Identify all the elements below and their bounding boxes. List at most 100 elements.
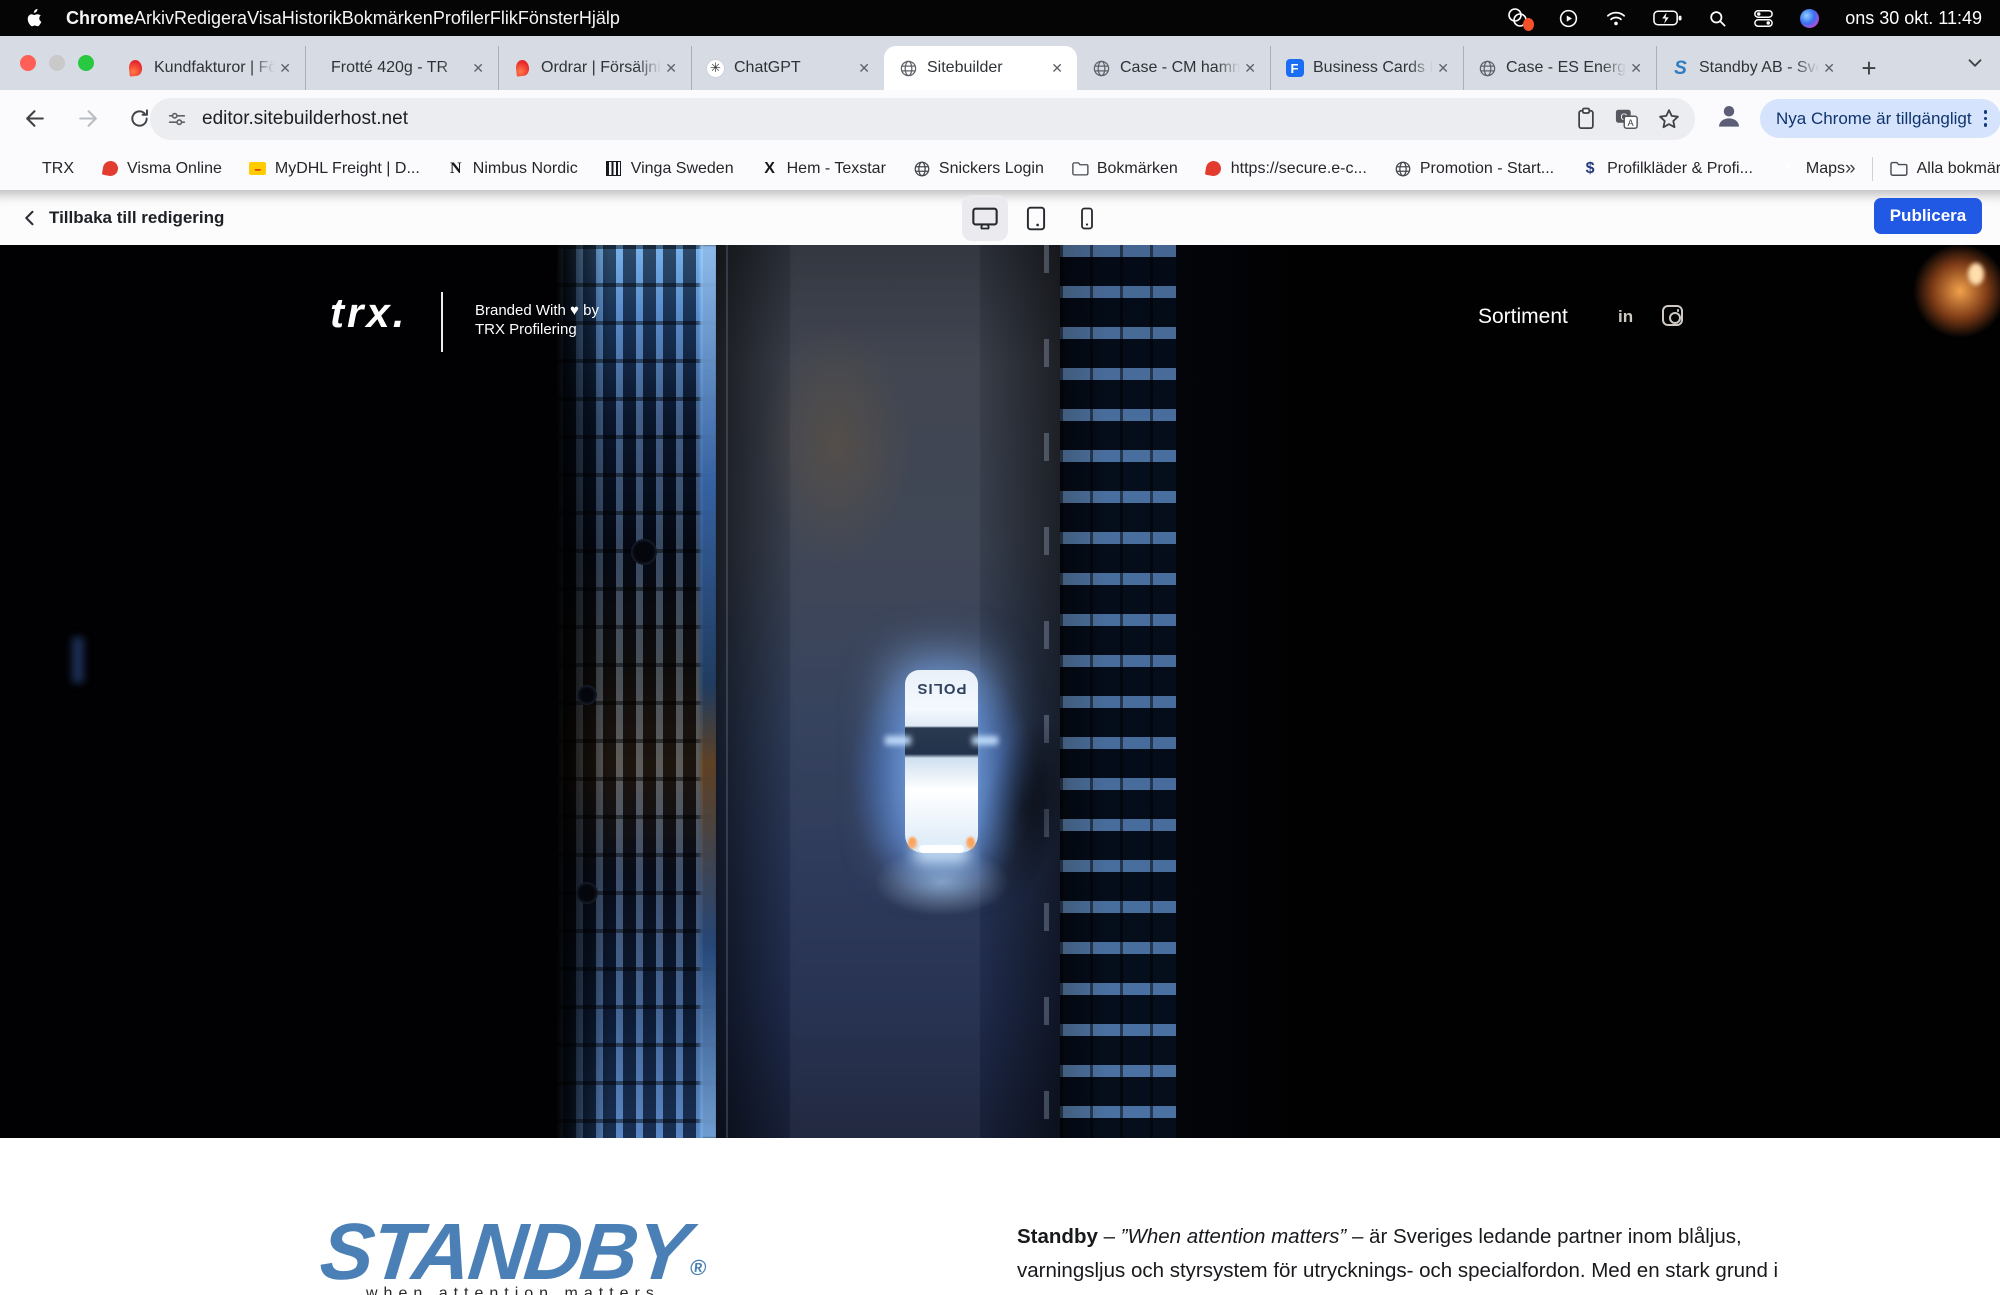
tab-close-icon[interactable]: ✕ [468, 58, 488, 79]
tab-title: Kundfakturor | Fö [154, 59, 275, 77]
all-bookmarks-button[interactable]: Alla bokmärken [1889, 160, 2000, 178]
site-settings-icon[interactable] [166, 108, 188, 130]
bookmark-item[interactable]: Visma Online [101, 160, 222, 178]
translate-icon[interactable]: GA [1615, 107, 1639, 131]
browser-tab[interactable]: ✳ F S ChatGPT ✕ [691, 46, 884, 90]
front-light [908, 837, 917, 849]
bookmark-favicon [101, 160, 119, 178]
site-header: trx. Branded With ♥ by TRX Profilering S… [0, 245, 2000, 385]
menu-item[interactable]: Visa [247, 8, 282, 28]
minimize-window-button[interactable] [49, 55, 65, 71]
bookmark-item[interactable]: TRX [42, 160, 74, 178]
menu-item[interactable]: Arkiv [134, 8, 174, 28]
tab-close-icon[interactable]: ✕ [275, 58, 295, 79]
bookmark-item[interactable]: Profilkläder & Profi... [1581, 160, 1753, 178]
control-center-icon[interactable] [1753, 9, 1774, 28]
apple-menu-icon[interactable] [26, 8, 43, 28]
red-logo-icon [1205, 160, 1222, 177]
tab-close-icon[interactable]: ✕ [1433, 58, 1453, 79]
back-icon[interactable] [18, 102, 52, 136]
desktop-preview-button[interactable] [962, 195, 1008, 241]
tab-close-icon[interactable]: ✕ [1819, 58, 1839, 79]
wifi-icon[interactable] [1605, 9, 1627, 27]
menu-item[interactable]: Historik [282, 8, 342, 28]
mobile-preview-button[interactable] [1064, 195, 1110, 241]
menu-item[interactable]: Flik [490, 8, 518, 28]
instagram-icon[interactable] [1662, 305, 1683, 326]
tab-close-icon[interactable]: ✕ [661, 58, 681, 79]
menu-item[interactable]: Redigera [174, 8, 247, 28]
tagline-clipped: when attention matters [366, 1285, 660, 1295]
tab-search-chevron-icon[interactable] [1964, 36, 1986, 90]
back-to-editing-label: Tillbaka till redigering [49, 208, 224, 228]
bookmark-item[interactable]: Bokmärken [1071, 160, 1178, 178]
tab-title: Sitebuilder [927, 59, 1047, 77]
tab-close-icon[interactable]: ✕ [854, 58, 874, 79]
bookmarks-overflow-chevron[interactable]: » [1845, 158, 1856, 180]
bookmark-item[interactable]: Nimbus Nordic [447, 160, 578, 178]
menu-bar-clock[interactable]: ons 30 okt. 11:49 [1845, 8, 1982, 29]
tab-title: Ordrar | Försäljni [541, 59, 661, 77]
menu-list: ChromeArkivRedigeraVisaHistorikBokmärken… [66, 8, 620, 29]
tab-close-icon[interactable]: ✕ [1626, 58, 1646, 79]
all-bookmarks-label: Alla bokmärken [1917, 160, 2000, 178]
chrome-tab-strip: ✳ F S Kundfakturor | Fö ✕ ✳ F S [0, 36, 2000, 90]
tab-favicon: ✳ F S [1478, 59, 1497, 78]
media-play-icon[interactable] [1558, 8, 1579, 29]
menu-item[interactable]: Bokmärken [342, 8, 433, 28]
letter-n-icon [450, 160, 462, 178]
browser-tab[interactable]: ✳ F S Case - ES Energy ✕ [1463, 46, 1656, 90]
bookmark-favicon [913, 160, 931, 178]
spotlight-search-icon[interactable] [1708, 9, 1727, 28]
bookmark-favicon [1205, 160, 1223, 178]
trx-logo[interactable]: trx. [330, 289, 407, 337]
zoom-window-button[interactable] [78, 55, 94, 71]
nav-sortiment[interactable]: Sortiment [1478, 305, 1568, 329]
menu-item[interactable]: Hjälp [579, 8, 620, 28]
browser-tab[interactable]: ✳ F S Kundfakturor | Fö ✕ [112, 46, 305, 90]
forward-icon[interactable] [70, 102, 104, 136]
bookmark-favicon [1071, 160, 1089, 178]
menu-item[interactable]: Fönster [518, 8, 579, 28]
bookmark-label: https://secure.e-c... [1231, 160, 1367, 178]
bookmark-favicon [447, 160, 465, 178]
tab-list: ✳ F S Kundfakturor | Fö ✕ ✳ F S [112, 36, 1889, 90]
bookmark-item[interactable]: Maps [1780, 160, 1845, 178]
screen-mirroring-icon[interactable] [1506, 7, 1532, 29]
tab-favicon: ✳ F S [1285, 59, 1304, 78]
back-to-editing-button[interactable]: Tillbaka till redigering [20, 190, 224, 245]
bookmark-item[interactable]: https://secure.e-c... [1205, 160, 1367, 178]
bookmark-star-icon[interactable] [1657, 107, 1681, 131]
bookmark-item[interactable]: Snickers Login [913, 160, 1044, 178]
publish-button[interactable]: Publicera [1874, 198, 1982, 234]
browser-tab[interactable]: ✳ F S Sitebuilder ✕ [884, 46, 1077, 90]
chrome-update-chip[interactable]: Nya Chrome är tillgängligt [1760, 99, 2000, 138]
url-text[interactable]: editor.sitebuilderhost.net [202, 108, 1575, 130]
tab-close-icon[interactable]: ✕ [1240, 58, 1260, 79]
browser-tab[interactable]: ✳ F S Case - CM hamm ✕ [1077, 46, 1270, 90]
browser-tab[interactable]: ✳ F S Standby AB - Sve ✕ [1656, 46, 1849, 90]
browser-tab[interactable]: ✳ F S Business Cards N ✕ [1270, 46, 1463, 90]
new-tab-button[interactable]: + [1849, 46, 1889, 90]
close-window-button[interactable] [20, 55, 36, 71]
profile-avatar-icon[interactable] [1714, 101, 1744, 131]
browser-tab[interactable]: ✳ F S Ordrar | Försäljni ✕ [498, 46, 691, 90]
bookmark-item[interactable]: Promotion - Start... [1394, 160, 1554, 178]
bookmark-list: TRX Visma Online [0, 160, 1845, 178]
browser-tab[interactable]: ✳ F S Frotté 420g - TR ✕ [305, 46, 498, 90]
tablet-preview-button[interactable] [1013, 195, 1059, 241]
siri-icon[interactable] [1800, 9, 1819, 28]
about-quote: ”When attention matters” [1121, 1225, 1347, 1248]
clipboard-icon[interactable] [1575, 107, 1597, 131]
tab-close-icon[interactable]: ✕ [1047, 58, 1067, 79]
bookmark-item[interactable]: Hem - Texstar [761, 160, 886, 178]
chip-menu-dots-icon[interactable] [1982, 108, 1990, 129]
menu-item[interactable]: Profiler [433, 8, 490, 28]
bookmark-item[interactable]: MyDHL Freight | D... [249, 160, 420, 178]
bookmark-item[interactable]: Vinga Sweden [605, 160, 734, 178]
omnibox[interactable]: editor.sitebuilderhost.net GA [150, 98, 1695, 140]
menu-item[interactable]: Chrome [66, 8, 134, 28]
mobile-icon [1075, 205, 1099, 232]
linkedin-icon[interactable]: in [1618, 307, 1633, 327]
fortnox-flame-icon [515, 59, 530, 76]
